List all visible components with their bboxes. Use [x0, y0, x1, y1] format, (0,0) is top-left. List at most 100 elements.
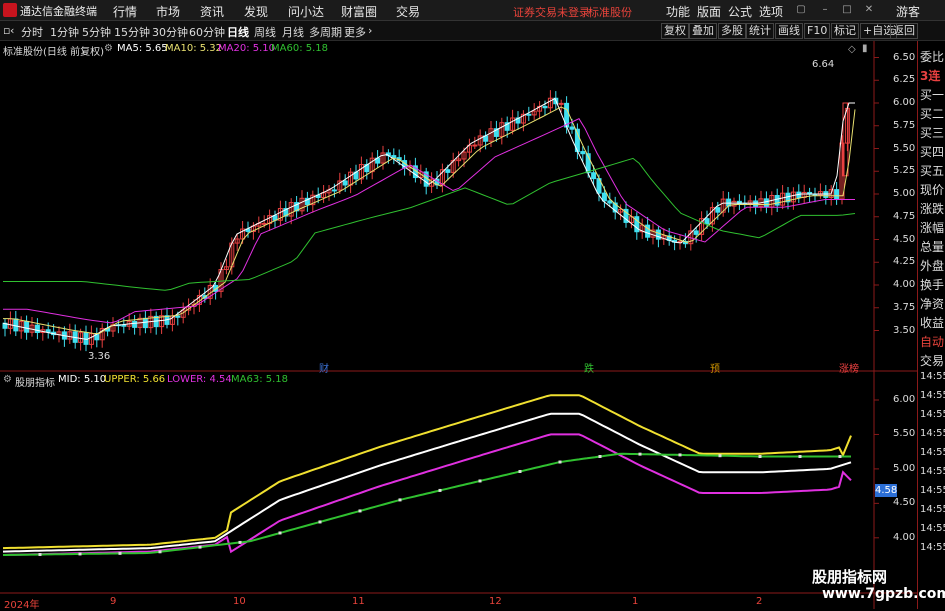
side-panel-item: 买五	[920, 164, 945, 178]
btn-back[interactable]: 返回	[890, 23, 918, 39]
minimize-icon[interactable]: –	[818, 3, 832, 17]
ma63-dot	[478, 479, 482, 483]
btn-diejia[interactable]: 叠加	[689, 23, 717, 39]
menu-xuanxiang[interactable]: 选项	[759, 3, 783, 20]
btn-f10[interactable]: F10	[804, 23, 831, 39]
btn-fuquan[interactable]: 复权	[661, 23, 689, 39]
title-bar: 通达信金融终端 行情 市场 资讯 发现 问小达 财富圈 交易 证券交易未登录 标…	[0, 0, 945, 21]
candle-body	[558, 102, 564, 105]
candle-body	[823, 191, 829, 198]
menu-zixun[interactable]: 资讯	[200, 3, 224, 20]
side-panel-item: 涨幅	[920, 221, 945, 235]
menu-gongneng[interactable]: 功能	[666, 3, 690, 20]
stock-name-title: 标准股份	[588, 6, 632, 19]
btn-huaxian[interactable]: 画线	[775, 23, 803, 39]
side-panel-item: 14:55	[920, 542, 945, 553]
ma63-dot	[518, 469, 522, 473]
date-1: 1	[632, 596, 639, 607]
candle-body	[83, 332, 89, 345]
marker-yu[interactable]: 预	[710, 360, 720, 375]
marker-zhangbang[interactable]: 涨榜	[839, 360, 859, 375]
price-tick: 6.50	[893, 51, 916, 63]
side-panel-item: 收益	[920, 316, 945, 330]
ma63-dot	[158, 550, 162, 554]
app-title: 通达信金融终端	[20, 5, 97, 18]
btn-biaoji[interactable]: 标记	[831, 23, 859, 39]
quote-side-panel: 委比 3连买一买二买三买四买五现价涨跌涨幅总量外盘换手净资收益自动交易 14:55 1…	[917, 41, 945, 609]
chart-caption: 标准股份(日线 前复权)	[3, 47, 104, 58]
tb-prev-icon[interactable]: ‹	[10, 24, 14, 37]
period-60min[interactable]: 60分钟	[189, 24, 225, 40]
watermark-title: 股朋指标网	[812, 568, 888, 586]
ma-line-20	[3, 118, 855, 324]
candle-body	[391, 155, 397, 159]
watermark-url: www.7gpzb.com	[822, 586, 945, 602]
side-panel-item: 买一	[920, 88, 945, 102]
ma63-dot	[358, 509, 362, 513]
period-monthly[interactable]: 月线	[282, 24, 304, 40]
lower-line	[2, 433, 852, 556]
candle-body	[261, 222, 267, 225]
menu-wenxiaoda[interactable]: 问小达	[288, 3, 324, 20]
candle-body	[607, 200, 613, 204]
ma63-dot	[198, 545, 202, 549]
close-icon[interactable]: ✕	[862, 3, 876, 17]
side-panel-item: 涨跌	[920, 202, 945, 216]
login-status[interactable]: 证券交易未登录	[513, 4, 590, 20]
side-panel-item: 14:55	[920, 428, 945, 439]
guest-label[interactable]: 游客	[896, 3, 920, 20]
marker-die[interactable]: 跌	[584, 360, 594, 375]
chart-area[interactable]	[0, 41, 917, 609]
side-panel-item: 委比	[920, 50, 945, 64]
candle-body	[24, 320, 30, 333]
settings-gear-icon[interactable]: ⚙	[104, 43, 113, 54]
candle-body	[655, 229, 661, 240]
candle-body	[753, 200, 759, 207]
side-panel-item: 买四	[920, 145, 945, 159]
app-logo-icon	[3, 3, 17, 17]
period-30min[interactable]: 30分钟	[152, 24, 188, 40]
side-panel-item: 总量	[920, 240, 945, 254]
side-panel-item: 14:55	[920, 409, 945, 420]
period-5min[interactable]: 5分钟	[82, 24, 111, 40]
btn-duogu[interactable]: 多股	[718, 23, 746, 39]
ma63-dot	[438, 488, 442, 492]
indicator-gear-icon[interactable]: ⚙	[3, 374, 12, 385]
period-1min[interactable]: 1分钟	[50, 24, 79, 40]
more-chevron-icon[interactable]: ›	[368, 24, 372, 37]
menu-banmian[interactable]: 版面	[697, 3, 721, 20]
btn-tongji[interactable]: 统计	[746, 23, 774, 39]
menu-faxian[interactable]: 发现	[244, 3, 268, 20]
indicator-tick: 5.50	[893, 428, 916, 440]
menu-jiaoyi[interactable]: 交易	[396, 3, 420, 20]
ma-line-60	[3, 157, 856, 291]
menu-gongshi[interactable]: 公式	[728, 3, 752, 20]
period-weekly[interactable]: 周线	[254, 24, 276, 40]
menu-hangqing[interactable]: 行情	[113, 3, 137, 20]
period-more[interactable]: 更多	[344, 24, 366, 40]
ma63-dot	[398, 498, 402, 502]
ma-lines	[2, 97, 856, 340]
indicator-tick: 4.00	[893, 531, 916, 543]
period-multi[interactable]: 多周期	[309, 24, 342, 40]
side-panel-item: 14:55	[920, 447, 945, 458]
side-panel-item: 买三	[920, 126, 945, 140]
candle-body	[331, 189, 337, 192]
period-daily[interactable]: 日线	[227, 24, 249, 40]
ma-line-5	[2, 97, 855, 340]
side-panel-item: 外盘	[920, 259, 945, 273]
menu-caifuquan[interactable]: 财富圈	[341, 3, 377, 20]
menu-shichang[interactable]: 市场	[156, 3, 180, 20]
scale-ticks	[874, 57, 879, 539]
panel-toggle-icon[interactable]: ▮	[862, 43, 868, 54]
period-15min[interactable]: 15分钟	[114, 24, 150, 40]
diamond-icon[interactable]: ◇	[848, 44, 856, 55]
side-panel-item: 14:55	[920, 466, 945, 477]
side-panel-item: 净资	[920, 297, 945, 311]
menu-icon[interactable]: ▢	[794, 3, 808, 17]
date-12: 12	[489, 596, 502, 607]
maximize-icon[interactable]: □	[840, 3, 854, 17]
marker-cai[interactable]: 财	[319, 360, 329, 375]
indicator-tick: 5.00	[893, 462, 916, 474]
period-fenshi[interactable]: 分时	[21, 24, 43, 40]
